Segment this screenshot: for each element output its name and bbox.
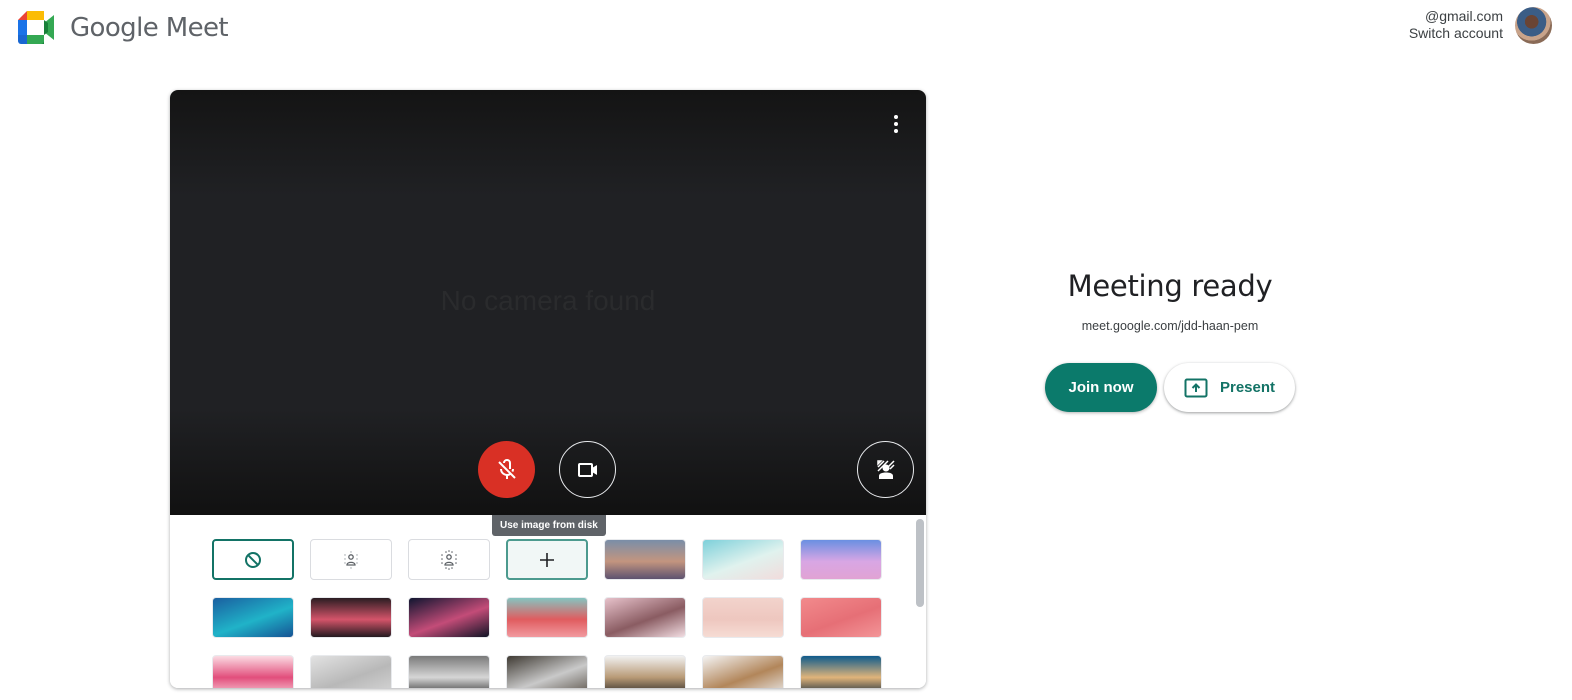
background-tile-pink-pattern[interactable] <box>800 597 882 638</box>
background-tile-blossoms[interactable] <box>604 597 686 638</box>
more-vert-dot <box>894 129 898 133</box>
meeting-url: meet.google.com/jdd-haan-pem <box>1081 319 1259 333</box>
background-tile-nebula[interactable] <box>310 597 392 638</box>
effects-scrollbar[interactable] <box>916 519 924 607</box>
effect-tile-slight-blur[interactable] <box>310 539 392 580</box>
background-grid <box>212 539 882 688</box>
background-tile-shelves[interactable] <box>702 655 784 688</box>
background-tile-flowers-sky[interactable] <box>506 597 588 638</box>
account-email: @gmail.com <box>1424 8 1503 24</box>
present-label: Present <box>1219 379 1276 396</box>
meet-logo-icon <box>18 11 54 44</box>
camera-toggle-button[interactable] <box>559 441 616 498</box>
switch-account-link[interactable]: Switch account <box>1409 25 1503 42</box>
add-icon <box>540 552 554 567</box>
background-tile-sunset-gradient[interactable] <box>604 539 686 580</box>
microphone-toggle-button[interactable] <box>478 441 535 498</box>
visual-effects-button[interactable] <box>857 441 914 498</box>
mic-off-icon <box>497 458 516 479</box>
video-preview-card: No camera found Use image from disk <box>170 90 926 688</box>
videocam-icon <box>577 462 597 477</box>
background-tile-room[interactable] <box>506 655 588 688</box>
meeting-ready-title: Meeting ready <box>1067 269 1273 303</box>
no-camera-message: No camera found <box>440 285 656 316</box>
background-tile-water[interactable] <box>212 597 294 638</box>
blur-icon <box>441 549 457 570</box>
google-meet-logo[interactable]: Google Meet <box>18 11 229 44</box>
background-tile-night-cafe[interactable] <box>800 655 882 688</box>
background-tile-bw-architecture[interactable] <box>408 655 490 688</box>
present-to-all-icon <box>1184 378 1208 397</box>
background-tile-beach[interactable] <box>702 539 784 580</box>
background-tile-pink-clouds[interactable] <box>800 539 882 580</box>
app-name: Google Meet <box>70 12 229 43</box>
account-info: @gmail.com Switch account <box>1409 8 1503 42</box>
more-options-button[interactable] <box>882 110 910 138</box>
blur-slight-icon <box>344 550 358 569</box>
present-button[interactable]: Present <box>1164 363 1295 412</box>
background-tile-fireworks[interactable] <box>408 597 490 638</box>
join-now-button[interactable]: Join now <box>1045 363 1157 412</box>
video-preview: No camera found <box>170 90 926 515</box>
visual-effects-icon <box>876 459 895 479</box>
background-tile-pink-sparkles[interactable] <box>702 597 784 638</box>
avatar[interactable] <box>1515 7 1552 44</box>
tooltip: Use image from disk <box>492 515 606 536</box>
background-tile-office[interactable] <box>310 655 392 688</box>
effect-tile-upload[interactable] <box>506 539 588 580</box>
background-tile-confetti[interactable] <box>212 655 294 688</box>
more-vert-icon <box>894 115 898 119</box>
effects-panel <box>170 515 926 688</box>
background-tile-bookshelf[interactable] <box>604 655 686 688</box>
effect-tile-blur[interactable] <box>408 539 490 580</box>
more-vert-dot <box>894 122 898 126</box>
block-icon <box>245 551 261 568</box>
effect-tile-none[interactable] <box>212 539 294 580</box>
